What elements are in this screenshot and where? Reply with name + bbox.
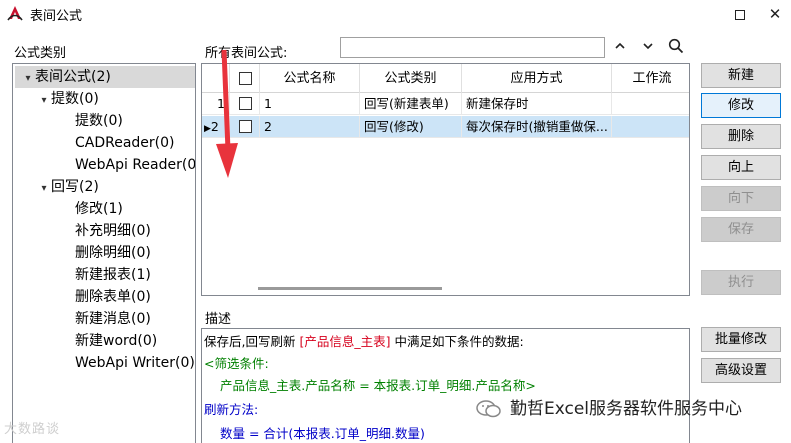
tree-item[interactable]: ▾ 回写(2)	[37, 176, 98, 200]
current-row-icon: ▶	[204, 124, 211, 134]
row-checkbox[interactable]	[239, 120, 252, 133]
batch-edit-button[interactable]: 批量修改	[701, 327, 781, 352]
formula-grid[interactable]: 公式名称 公式类别 应用方式 工作流 1 1 回写(新建表单) 新建保存时 ▶ 2…	[201, 63, 690, 296]
expand-caret-icon[interactable]: ▾	[37, 178, 51, 200]
row-checkbox[interactable]	[239, 97, 252, 110]
watermark-left: 大数路谈	[4, 422, 61, 437]
table-row[interactable]: ▶2 2 回写(修改) 每次保存时(撤销重做保...	[202, 116, 689, 138]
expand-caret-icon[interactable]: ▾	[37, 90, 51, 112]
grid-header: 公式名称 公式类别 应用方式 工作流	[202, 64, 689, 93]
app-logo-icon	[6, 4, 24, 22]
tree-item[interactable]: ▾ 提数(0)	[37, 88, 98, 112]
maximize-icon	[735, 9, 745, 20]
tree-item[interactable]: 删除明细(0)	[75, 242, 151, 264]
chevron-up-icon	[615, 42, 625, 49]
move-down-button[interactable]: 向下	[701, 186, 781, 211]
tree-item[interactable]: 补充明细(0)	[75, 220, 151, 242]
watermark-right: 勤哲Excel服务器软件服务中心	[476, 395, 742, 423]
table-row[interactable]: 1 1 回写(新建表单) 新建保存时	[202, 93, 689, 115]
annotation-arrow-icon	[216, 49, 238, 178]
tree-item[interactable]: WebApi Writer(0)	[75, 352, 195, 374]
expand-caret-icon[interactable]: ▾	[21, 68, 35, 90]
tree-item[interactable]: WebApi Reader(0	[75, 154, 195, 176]
previous-match-button[interactable]	[609, 38, 631, 58]
category-tree[interactable]: ▾ 表间公式(2) ▾ 提数(0) 提数(0) CADReader(0) WebAp…	[12, 63, 196, 443]
cell-mode: 新建保存时	[462, 93, 612, 115]
tree-item[interactable]: 删除表单(0)	[75, 286, 151, 308]
search-input[interactable]	[340, 37, 605, 58]
cell-workflow	[612, 93, 689, 115]
description-label: 描述	[205, 312, 232, 327]
search-icon	[668, 38, 684, 54]
edit-button[interactable]: 修改	[701, 93, 781, 118]
select-all-checkbox[interactable]	[239, 72, 252, 85]
save-button[interactable]: 保存	[701, 217, 781, 242]
filter-expression: 产品信息_主表.产品名称 = 本报表.订单_明细.产品名称>	[220, 378, 536, 393]
search-button[interactable]	[665, 38, 687, 58]
horizontal-scrollbar[interactable]	[258, 287, 442, 290]
header-category[interactable]: 公式类别	[360, 64, 462, 93]
category-label: 公式类别	[14, 46, 67, 61]
refresh-expression: 数量 = 合计(本报表.订单_明细.数量)	[220, 426, 425, 441]
window-title: 表间公式	[30, 9, 83, 24]
cell-workflow	[612, 116, 689, 138]
chevron-down-icon	[643, 43, 653, 50]
header-workflow[interactable]: 工作流	[612, 64, 689, 93]
execute-button[interactable]: 执行	[701, 270, 781, 295]
description-panel: 保存后,回写刷新 [产品信息_主表] 中满足如下条件的数据: <筛选条件: 产品…	[201, 328, 690, 443]
filter-label: <筛选条件:	[204, 356, 269, 371]
new-button[interactable]: 新建	[701, 63, 781, 88]
refresh-label: 刷新方法:	[204, 402, 259, 417]
close-button[interactable]: ✕	[755, 2, 791, 26]
tree-item[interactable]: 新建消息(0)	[75, 308, 151, 330]
cell-mode: 每次保存时(撤销重做保...	[462, 116, 612, 138]
next-match-button[interactable]	[637, 38, 659, 58]
tree-item[interactable]: 新建word(0)	[75, 330, 157, 352]
cell-category: 回写(修改)	[360, 116, 462, 138]
wechat-icon	[476, 400, 501, 418]
move-up-button[interactable]: 向上	[701, 155, 781, 180]
cell-name: 2	[260, 116, 360, 138]
maximize-button[interactable]	[720, 2, 760, 26]
delete-button[interactable]: 删除	[701, 124, 781, 149]
title-bar: 表间公式 ✕	[0, 0, 791, 28]
advanced-settings-button[interactable]: 高级设置	[701, 358, 781, 383]
target-table-highlight: [产品信息_主表]	[299, 334, 391, 349]
tree-item[interactable]: ▾ 表间公式(2)	[15, 66, 195, 88]
header-name[interactable]: 公式名称	[260, 64, 360, 93]
tree-item[interactable]: CADReader(0)	[75, 132, 175, 154]
header-mode[interactable]: 应用方式	[462, 64, 612, 93]
tree-item[interactable]: 新建报表(1)	[75, 264, 151, 286]
cell-name: 1	[260, 93, 360, 115]
tree-item[interactable]: 提数(0)	[75, 110, 123, 132]
cell-category: 回写(新建表单)	[360, 93, 462, 115]
description-summary: 保存后,回写刷新 [产品信息_主表] 中满足如下条件的数据:	[204, 334, 524, 349]
tree-item[interactable]: 修改(1)	[75, 198, 123, 220]
